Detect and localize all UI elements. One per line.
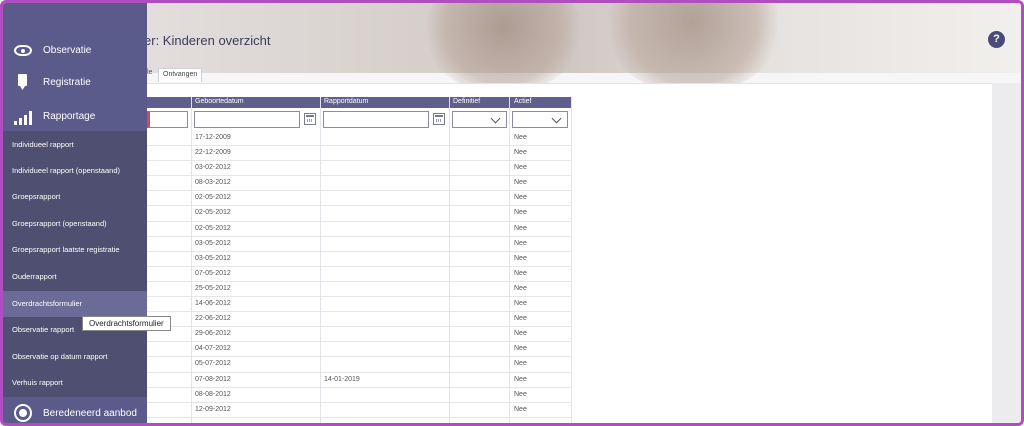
cell-geboortedatum: 02-05-2012 (195, 194, 231, 202)
scroll-area (992, 83, 1021, 423)
sidebar-item-observatie[interactable]: Observatie (3, 33, 147, 67)
cell-geboortedatum: 04-07-2012 (195, 345, 231, 353)
sidebar-item-beredeneerd-aanbod[interactable]: Beredeneerd aanbod (3, 397, 147, 423)
column-header-actief[interactable]: Actief (514, 98, 532, 105)
submenu-item-overdrachtsformulier[interactable]: Overdrachtsformulier (3, 291, 147, 317)
chevron-down-icon[interactable] (550, 113, 564, 125)
submenu-item-ouderrapport[interactable]: Ouderrapport (3, 264, 147, 290)
submenu-item-observatie-op-datum-rapport[interactable]: Observatie op datum rapport (3, 344, 147, 370)
calendar-icon[interactable] (433, 113, 445, 125)
cell-actief: Nee (514, 315, 527, 323)
tab-ontvangen[interactable]: Ontvangen (158, 68, 203, 82)
sidebar-item-label: Beredeneerd aanbod (43, 407, 137, 419)
page-title: ulier: Kinderen overzicht (131, 33, 271, 48)
cell-geboortedatum: 12-09-2012 (195, 405, 231, 413)
tab-partial[interactable]: le (147, 69, 152, 76)
sidebar-item-rapportage[interactable]: Rapportage (3, 99, 147, 133)
cell-actief: Nee (514, 209, 527, 217)
cell-actief: Nee (514, 360, 527, 368)
cell-geboortedatum: 02-05-2012 (195, 209, 231, 217)
submenu-item-individueel-rapport[interactable]: Individueel rapport (3, 132, 147, 158)
cell-geboortedatum: 22-06-2012 (195, 315, 231, 323)
help-icon[interactable]: ? (988, 31, 1005, 48)
cell-geboortedatum: 03-05-2012 (195, 254, 231, 262)
cell-actief: Nee (514, 194, 527, 202)
bar-chart-icon (14, 107, 32, 125)
target-icon (14, 404, 32, 422)
cell-geboortedatum: 25-05-2012 (195, 284, 231, 292)
sidebar-item-label: Observatie (43, 44, 92, 56)
cell-actief: Nee (514, 345, 527, 353)
cell-actief: Nee (514, 149, 527, 157)
cell-actief: Nee (514, 330, 527, 338)
calendar-icon[interactable] (304, 113, 316, 125)
header-banner: ulier: Kinderen overzicht ? (3, 3, 1021, 93)
cell-actief: Nee (514, 284, 527, 292)
sidebar: Observatie Registratie Rapportage Indivi… (3, 3, 147, 423)
cell-geboortedatum: 03-02-2012 (195, 164, 231, 172)
cell-actief: Nee (514, 254, 527, 262)
cell-actief: Nee (514, 390, 527, 398)
app-window: ulier: Kinderen overzicht ? le Ontvangen… (0, 0, 1024, 426)
cell-actief: Nee (514, 224, 527, 232)
submenu-item-groepsrapport[interactable]: Groepsrapport (3, 184, 147, 210)
cell-geboortedatum: 05-07-2012 (195, 360, 231, 368)
filter-input-name[interactable] (147, 111, 188, 128)
cell-geboortedatum: 22-12-2009 (195, 149, 231, 157)
submenu-item-individueel-rapport-openstaand[interactable]: Individueel rapport (openstaand) (3, 158, 147, 184)
column-header-rapportdatum[interactable]: Rapportdatum (324, 98, 368, 105)
cell-actief: Nee (514, 134, 527, 141)
column-divider (571, 97, 572, 423)
column-divider (449, 97, 450, 423)
cell-actief: Nee (514, 164, 527, 172)
cell-actief: Nee (514, 300, 527, 308)
submenu-item-groepsrapport-laatste-registratie[interactable]: Groepsrapport laatste registratie (3, 237, 147, 263)
cell-geboortedatum: 17-12-2009 (195, 134, 231, 141)
cell-geboortedatum: 07-05-2012 (195, 269, 231, 277)
banner-photo (423, 3, 583, 93)
column-divider (320, 97, 321, 423)
cell-geboortedatum: 08-03-2012 (195, 179, 231, 187)
submenu-item-groepsrapport-openstaand[interactable]: Groepsrapport (openstaand) (3, 211, 147, 237)
column-header-definitief[interactable]: Definitief (453, 98, 480, 105)
sidebar-item-label: Rapportage (43, 110, 96, 122)
column-header-geboortedatum[interactable]: Geboortedatum (195, 98, 244, 105)
cell-geboortedatum: 03-05-2012 (195, 239, 231, 247)
cell-geboortedatum: 08-08-2012 (195, 390, 231, 398)
filter-input-rapportdatum[interactable] (323, 111, 429, 128)
cell-rapportdatum: 14-01-2019 (324, 375, 360, 383)
chevron-down-icon[interactable] (489, 113, 503, 125)
banner-photo (603, 3, 783, 93)
cell-actief: Nee (514, 269, 527, 277)
cell-actief: Nee (514, 239, 527, 247)
cell-geboortedatum: 02-05-2012 (195, 224, 231, 232)
filter-input-geboortedatum[interactable] (194, 111, 300, 128)
cell-geboortedatum: 29-06-2012 (195, 330, 231, 338)
sidebar-item-label: Registratie (43, 76, 91, 88)
column-divider (191, 97, 192, 423)
submenu-item-verhuis-rapport[interactable]: Verhuis rapport (3, 370, 147, 396)
pen-icon (14, 73, 32, 91)
cell-actief: Nee (514, 405, 527, 413)
cell-geboortedatum: 14-06-2012 (195, 300, 231, 308)
eye-icon (14, 44, 32, 56)
cell-actief: Nee (514, 375, 527, 383)
sidebar-item-registratie[interactable]: Registratie (3, 65, 147, 99)
tooltip: Overdrachtsformulier (82, 316, 171, 331)
rapportage-submenu: Individueel rapport Individueel rapport … (3, 131, 147, 397)
cell-actief: Nee (514, 179, 527, 187)
cell-geboortedatum: 07-08-2012 (195, 375, 231, 383)
column-divider (509, 97, 510, 423)
